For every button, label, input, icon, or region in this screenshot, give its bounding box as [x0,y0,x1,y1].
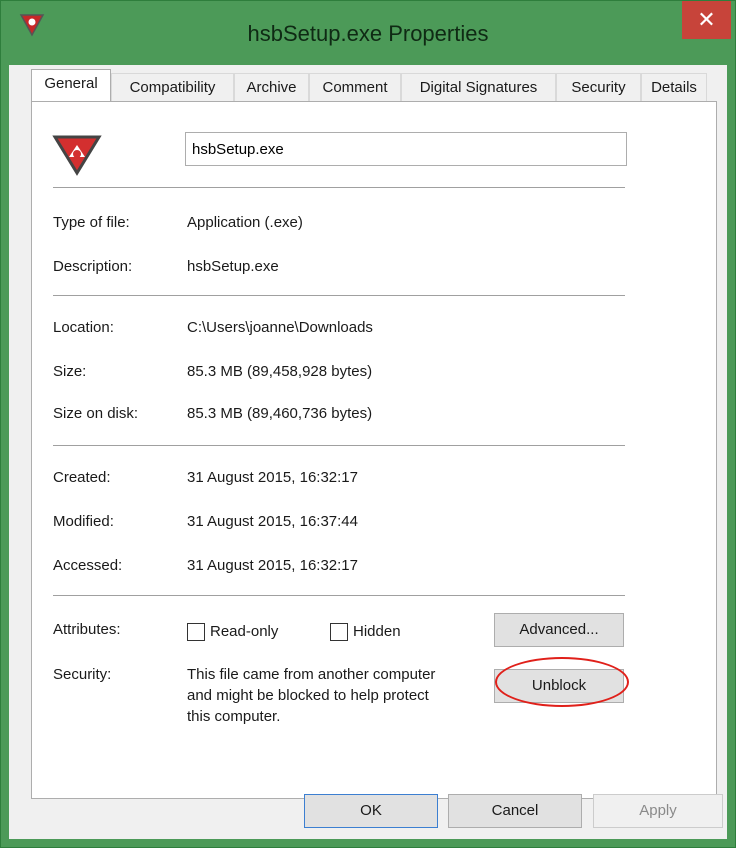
description-label: Description: [53,258,133,275]
accessed-value: 31 August 2015, 16:32:17 [187,557,358,574]
file-shield-icon [52,135,102,176]
close-button[interactable]: ✕ [682,1,731,39]
read-only-label[interactable]: Read-only [210,623,278,640]
modified-value: 31 August 2015, 16:37:44 [187,513,358,530]
size-on-disk-label: Size on disk: [53,405,139,422]
type-label: Type of file: [53,214,130,231]
security-message-line: this computer. [187,708,281,725]
apply-button[interactable]: Apply [593,794,723,828]
separator [53,295,625,296]
window-title: hsbSetup.exe Properties [247,21,489,46]
security-message-line: This file came from another computer [187,666,436,683]
description-value: hsbSetup.exe [187,258,279,275]
read-only-checkbox[interactable] [187,623,205,641]
title-bar[interactable]: hsbSetup.exe Properties ✕ [1,1,735,65]
properties-window: hsbSetup.exe Properties ✕ General Compat… [0,0,736,848]
tab-details[interactable]: Details [641,73,707,101]
location-label: Location: [53,319,114,336]
separator [53,595,625,596]
cancel-button[interactable]: Cancel [448,794,582,828]
modified-label: Modified: [53,513,114,530]
tab-digital-signatures[interactable]: Digital Signatures [401,73,556,101]
accessed-label: Accessed: [53,557,123,574]
tab-general[interactable]: General [31,69,111,103]
file-name-field[interactable] [185,132,627,166]
type-value: Application (.exe) [187,214,303,231]
security-label: Security: [53,666,112,683]
advanced-button[interactable]: Advanced... [494,613,624,647]
unblock-button[interactable]: Unblock [494,669,624,703]
created-label: Created: [53,469,111,486]
tab-security[interactable]: Security [556,73,641,101]
tab-archive[interactable]: Archive [234,73,309,101]
size-label: Size: [53,363,87,380]
tab-compatibility[interactable]: Compatibility [111,73,234,101]
hidden-checkbox[interactable] [330,623,348,641]
security-message-line: and might be blocked to help protect [187,687,429,704]
separator [53,187,625,188]
created-value: 31 August 2015, 16:32:17 [187,469,358,486]
hidden-label[interactable]: Hidden [353,623,401,640]
size-value: 85.3 MB (89,458,928 bytes) [187,363,373,380]
location-value: C:\Users\joanne\Downloads [187,319,373,336]
separator [53,445,625,446]
ok-button[interactable]: OK [304,794,438,828]
size-on-disk-value: 85.3 MB (89,460,736 bytes) [187,405,373,422]
tab-comment[interactable]: Comment [309,73,401,101]
attributes-label: Attributes: [53,621,121,638]
